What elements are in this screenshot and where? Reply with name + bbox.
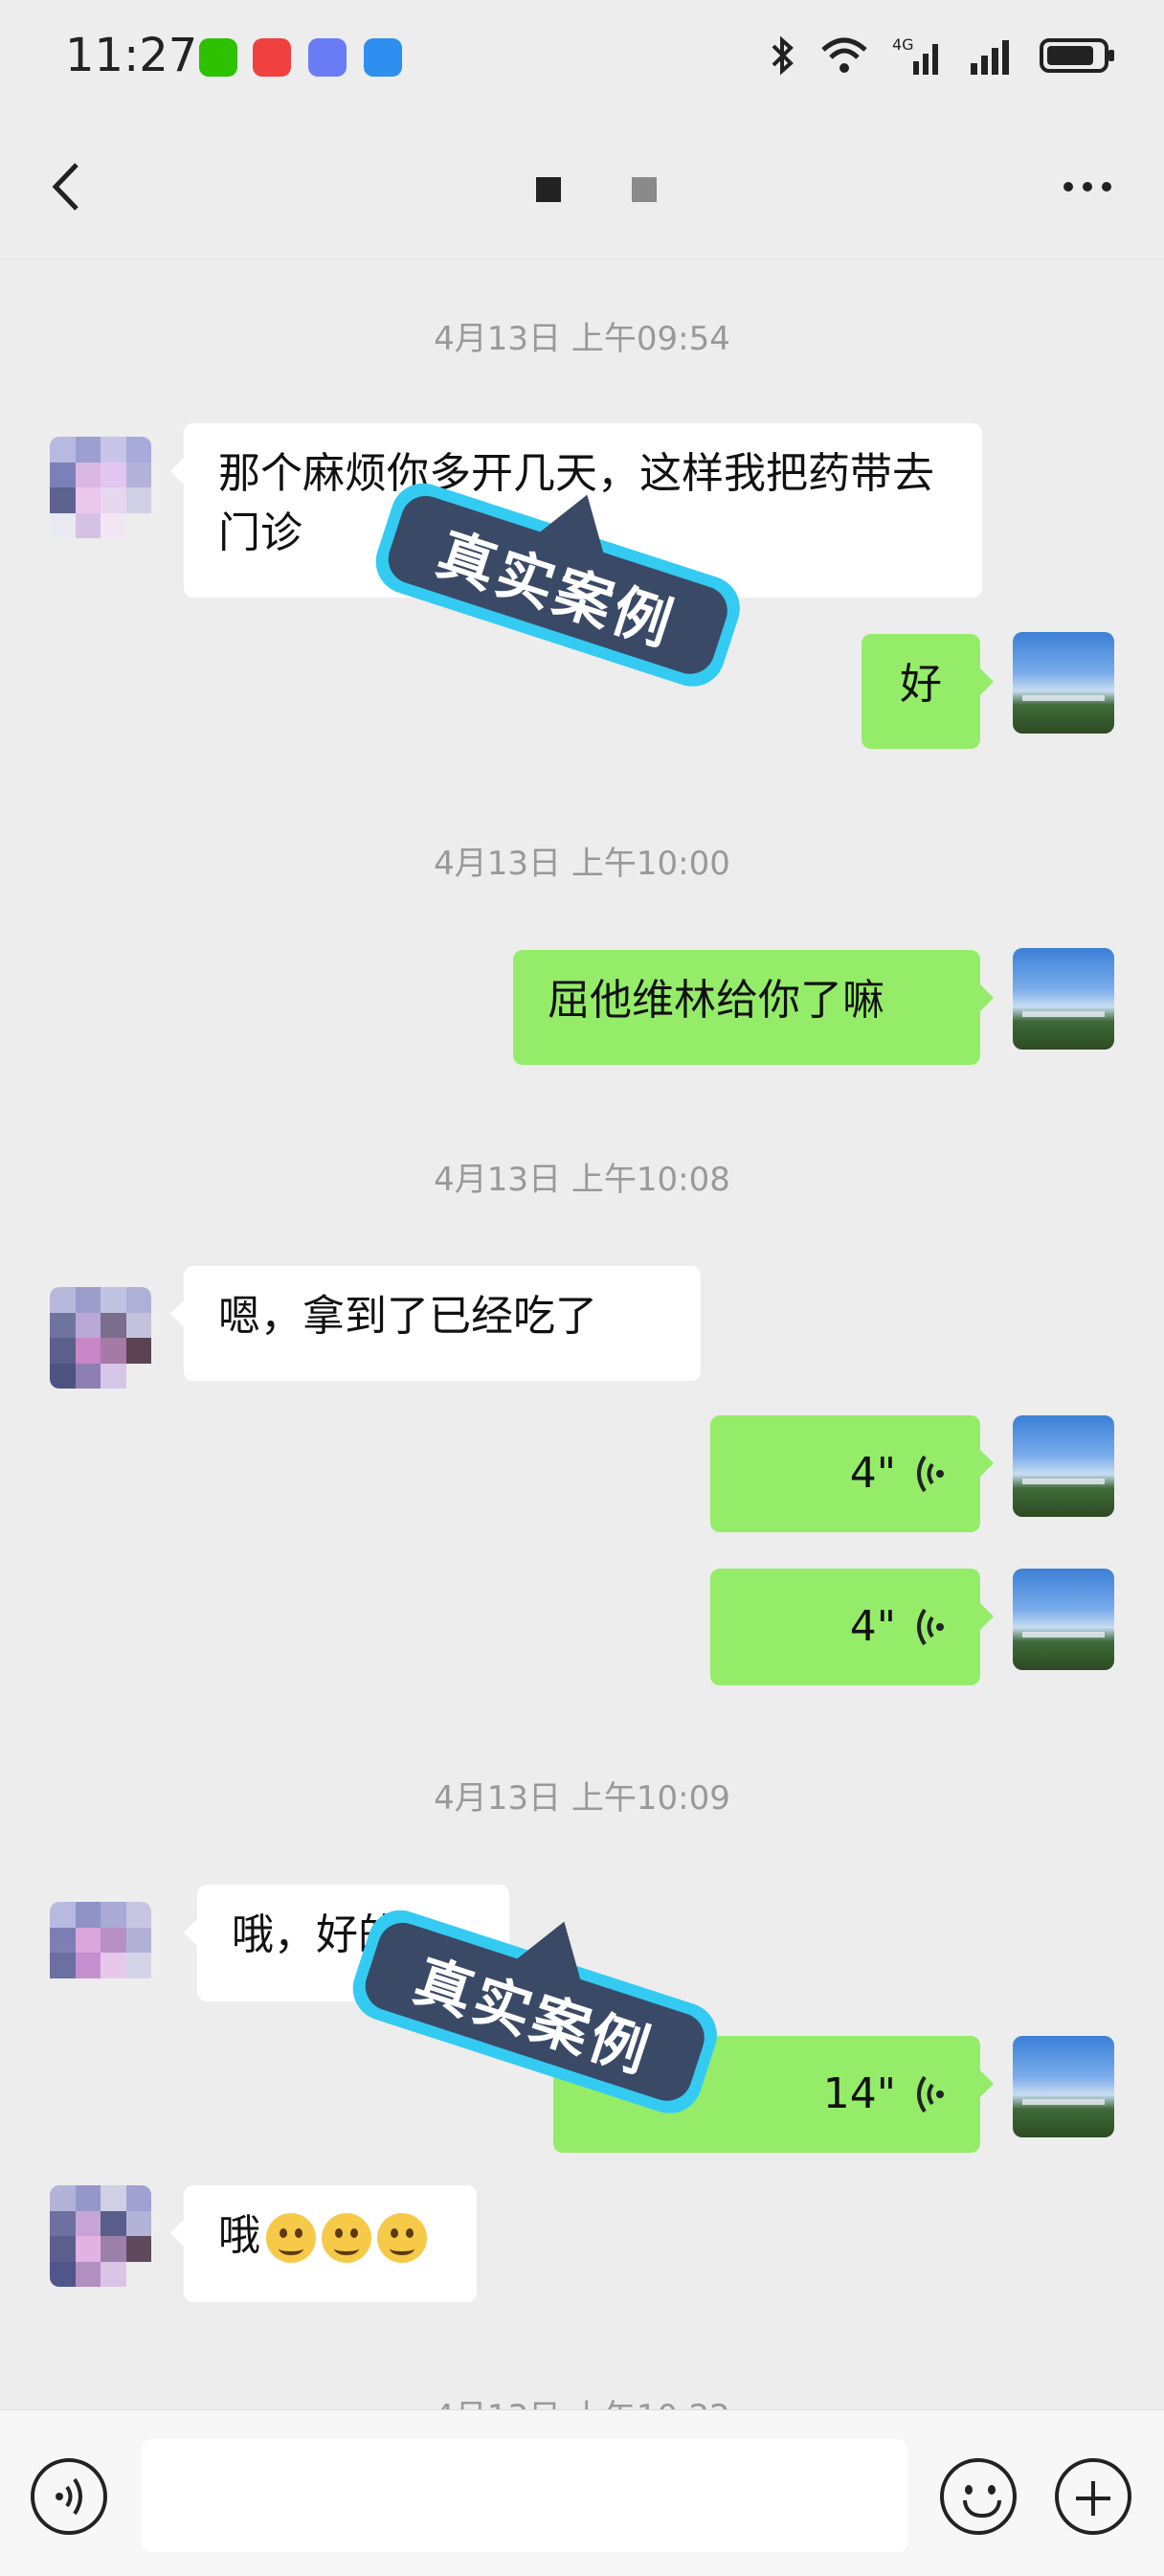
message-bubble-outgoing[interactable]: 屈他维林给你了嘛: [513, 950, 994, 1065]
message-text: 哦: [218, 2211, 260, 2260]
voice-message-outgoing[interactable]: 4": [710, 1569, 994, 1685]
voice-wave-icon: [917, 2075, 944, 2113]
voice-duration: 4": [849, 1602, 896, 1651]
message-bubble-incoming[interactable]: 哦: [170, 2185, 477, 2302]
timestamp: 4月13日 上午10:00: [434, 845, 730, 883]
message-text: 嗯，拿到了已经吃了: [218, 1292, 597, 1341]
status-bar: 11:27 4G: [0, 0, 1164, 115]
watermark-stamp: 真实案例: [335, 1865, 737, 2151]
wifi-icon: [821, 37, 867, 73]
voice-input-icon: [56, 2477, 82, 2516]
network-label: 4G: [892, 35, 914, 54]
chevron-left-icon: [52, 163, 78, 211]
timestamp: 4月13日 上午10:09: [434, 1779, 730, 1818]
wechat-icon: [199, 38, 237, 77]
avatar[interactable]: [1013, 2036, 1114, 2137]
message-text: 好: [900, 660, 942, 709]
chat-title-redacted: [536, 177, 657, 202]
message-text: 屈他维林给你了嘛: [548, 976, 884, 1025]
avatar[interactable]: [50, 1287, 151, 1389]
red-app-icon: [253, 38, 291, 77]
smile-emoji-icon: [266, 2213, 316, 2263]
avatar[interactable]: [1013, 1569, 1114, 1670]
voice-wave-icon: [917, 1455, 944, 1493]
smile-emoji-icon: [322, 2213, 371, 2263]
music-icon: [308, 38, 347, 77]
bluetooth-icon: [772, 35, 794, 76]
weather-icon: [364, 38, 402, 77]
more-button[interactable]: [1049, 153, 1126, 220]
avatar[interactable]: [1013, 948, 1114, 1050]
message-bubble-incoming[interactable]: 嗯，拿到了已经吃了: [170, 1266, 701, 1381]
back-button[interactable]: [38, 153, 96, 220]
signal-icon: [971, 40, 1009, 75]
voice-message-outgoing[interactable]: 4": [710, 1415, 994, 1532]
emoji-icon: [965, 2485, 973, 2495]
timestamp: 4月13日 上午10:08: [434, 1161, 730, 1199]
avatar[interactable]: [1013, 632, 1114, 734]
status-time: 11:27: [65, 29, 198, 82]
avatar[interactable]: [1013, 1415, 1114, 1517]
battery-icon: [1040, 38, 1114, 73]
input-bar: [0, 2409, 1164, 2576]
avatar[interactable]: [50, 2185, 151, 2287]
voice-wave-icon: [917, 1608, 944, 1646]
message-input[interactable]: [142, 2439, 907, 2552]
smile-emoji-icon: [377, 2213, 427, 2263]
timestamp: 4月13日 上午10:22: [0, 2390, 1164, 2409]
message-bubble-outgoing[interactable]: 好: [862, 634, 994, 749]
4g-signal-icon: 4G: [892, 35, 938, 75]
avatar[interactable]: [50, 1902, 151, 2003]
voice-duration: 14": [822, 2069, 896, 2118]
voice-input-button[interactable]: [31, 2458, 107, 2535]
voice-duration: 4": [849, 1449, 896, 1498]
more-dots-icon: [1063, 182, 1073, 192]
timestamp: 4月13日 上午09:54: [434, 320, 730, 358]
emoji-button[interactable]: [940, 2458, 1017, 2535]
avatar[interactable]: [50, 437, 151, 538]
plus-button[interactable]: [1055, 2458, 1131, 2535]
